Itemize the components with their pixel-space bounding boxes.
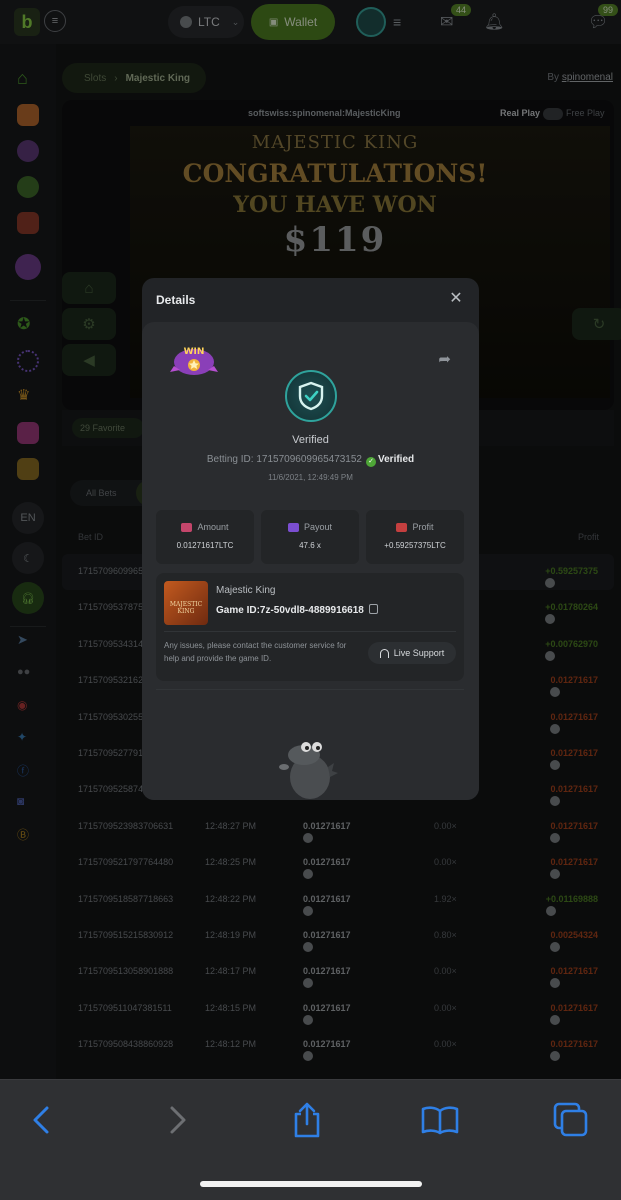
betting-id: Betting ID: 1715709609965473152 bbox=[206, 454, 362, 465]
profit-stat: Profit +0.59257375LTC bbox=[366, 510, 464, 564]
home-indicator bbox=[200, 1181, 422, 1187]
live-support-button[interactable]: Live Support bbox=[368, 642, 456, 664]
game-info-box: MAJESTIC KING Majestic King Game ID:7z-5… bbox=[156, 573, 464, 681]
profit-label: Profit bbox=[412, 522, 434, 532]
modal-title: Details bbox=[156, 293, 196, 307]
divider bbox=[164, 631, 456, 632]
amount-icon bbox=[181, 522, 193, 532]
amount-value: 0.01271617LTC bbox=[176, 541, 234, 550]
payout-stat: Payout 47.6 x bbox=[261, 510, 359, 564]
details-modal: Details ✕ WIN ➦ Verified Betting ID: 171… bbox=[142, 278, 479, 800]
profit-icon bbox=[396, 522, 408, 532]
profit-value: +0.59257375LTC bbox=[384, 541, 446, 550]
amount-stat: Amount 0.01271617LTC bbox=[156, 510, 254, 564]
copy-icon[interactable] bbox=[368, 604, 378, 614]
support-note: Any issues, please contact the customer … bbox=[164, 641, 347, 663]
forward-icon[interactable] bbox=[157, 1100, 197, 1140]
verified-label: Verified bbox=[292, 434, 329, 446]
payout-icon bbox=[287, 522, 299, 532]
close-icon[interactable]: ✕ bbox=[447, 290, 465, 308]
share-icon[interactable] bbox=[287, 1100, 327, 1140]
verified-check-icon: ✓ bbox=[366, 457, 376, 467]
betting-id-line: Betting ID: 1715709609965473152 ✓ Verified bbox=[142, 454, 479, 467]
payout-label: Payout bbox=[303, 522, 333, 532]
game-name: Majestic King bbox=[216, 585, 276, 596]
crocodile-mascot-icon bbox=[279, 742, 338, 799]
back-icon[interactable] bbox=[22, 1100, 62, 1140]
verified-badge: Verified bbox=[378, 454, 415, 465]
headphones-icon bbox=[379, 648, 389, 658]
verified-shield-icon bbox=[285, 370, 337, 422]
bet-date: 11/6/2021, 12:49:49 PM bbox=[268, 473, 353, 482]
tabs-icon[interactable] bbox=[551, 1100, 591, 1140]
live-support-label: Live Support bbox=[393, 648, 445, 658]
game-thumbnail[interactable]: MAJESTIC KING bbox=[164, 581, 208, 625]
payout-value: 47.6 x bbox=[299, 541, 321, 550]
win-badge-text: WIN bbox=[184, 347, 205, 357]
game-id: Game ID:7z-50vdl8-4889916618 bbox=[216, 604, 378, 616]
win-badge-icon: WIN bbox=[170, 347, 218, 375]
share-icon[interactable]: ➦ bbox=[438, 350, 451, 368]
divider bbox=[156, 689, 464, 690]
game-id-text: Game ID:7z-50vdl8-4889916618 bbox=[216, 605, 364, 616]
bookmarks-icon[interactable] bbox=[420, 1100, 460, 1140]
amount-label: Amount bbox=[197, 522, 229, 532]
